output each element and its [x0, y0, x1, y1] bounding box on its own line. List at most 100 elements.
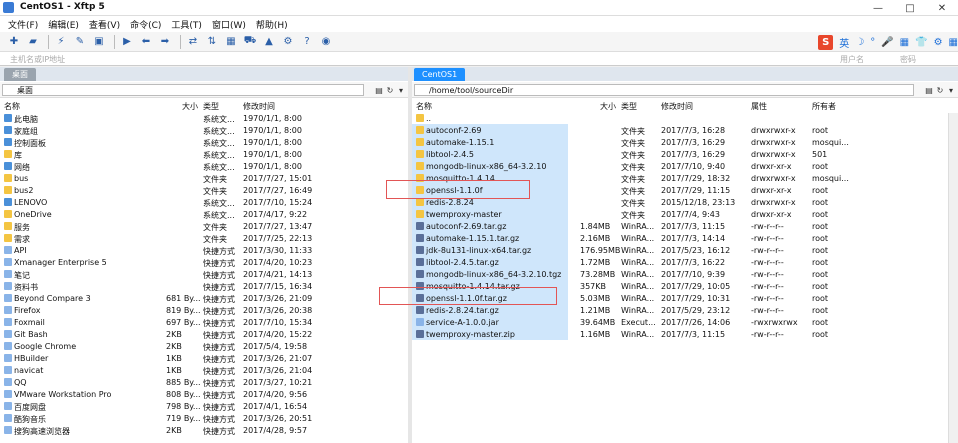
folder-icon[interactable]: ▤ — [374, 84, 384, 96]
col-size[interactable]: 大小 — [600, 101, 616, 112]
refresh-icon[interactable]: ↻ — [385, 84, 395, 96]
file-row[interactable]: Firefox 819 By... 快捷方式 2017/3/26, 20:38 — [0, 305, 408, 317]
moon-icon[interactable]: ☽ — [855, 37, 864, 48]
file-row[interactable]: 服务 文件夹 2017/7/27, 13:47 — [0, 221, 408, 233]
menu-tools[interactable]: 工具(T) — [171, 18, 202, 31]
close-button[interactable]: ✕ — [926, 0, 958, 16]
col-mtime[interactable]: 修改时间 — [243, 101, 275, 112]
toolbox-icon[interactable]: ▦ — [949, 37, 958, 48]
file-row[interactable]: Beyond Compare 3 681 By... 快捷方式 2017/3/26, … — [0, 293, 408, 305]
help-icon[interactable]: ? — [299, 34, 315, 50]
tunnel-icon[interactable]: ⛟ — [242, 34, 258, 50]
properties-icon[interactable]: ▣ — [91, 34, 107, 50]
menu-window[interactable]: 窗口(W) — [212, 18, 246, 31]
punctuation-icon[interactable]: ° — [870, 37, 875, 48]
file-row[interactable]: redis-2.8.24.tar.gz 1.21MB WinRA... 2017/5/… — [412, 305, 948, 317]
minimize-button[interactable]: — — [862, 0, 894, 16]
refresh-icon[interactable]: ↻ — [935, 84, 945, 96]
menu-view[interactable]: 查看(V) — [89, 18, 120, 31]
file-row[interactable]: OneDrive 系统文... 2017/4/17, 9:22 — [0, 209, 408, 221]
col-mtime[interactable]: 修改时间 — [661, 101, 693, 112]
file-row[interactable]: 网络 系统文... 1970/1/1, 8:00 — [0, 161, 408, 173]
col-name[interactable]: 名称 — [4, 101, 20, 112]
password-input[interactable]: 密码 — [900, 54, 916, 65]
file-row[interactable]: .. — [412, 113, 948, 125]
menu-command[interactable]: 命令(C) — [130, 18, 161, 31]
keyboard-icon[interactable]: ▦ — [900, 37, 909, 48]
file-row[interactable]: 控制面板 系统文... 1970/1/1, 8:00 — [0, 137, 408, 149]
col-attr[interactable]: 属性 — [751, 101, 767, 112]
local-path-input[interactable]: 桌面 — [2, 84, 364, 96]
file-row[interactable]: 搜狗高速浏览器 2KB 快捷方式 2017/4/28, 9:57 — [0, 425, 408, 437]
file-row[interactable]: Foxmail 697 By... 快捷方式 2017/7/10, 15:34 — [0, 317, 408, 329]
file-row[interactable]: bus2 文件夹 2017/7/27, 16:49 — [0, 185, 408, 197]
disconnect-icon[interactable]: ✎ — [72, 34, 88, 50]
username-input[interactable]: 用户名 — [840, 54, 864, 65]
file-row[interactable]: jdk-8u131-linux-x64.tar.gz 176.95MB WinRA.… — [412, 245, 948, 257]
file-row[interactable]: API 快捷方式 2017/3/30, 11:33 — [0, 245, 408, 257]
file-row[interactable]: twemproxy-master 文件夹 2017/7/4, 9:43 drwxr-x… — [412, 209, 948, 221]
file-row[interactable]: Xmanager Enterprise 5 快捷方式 2017/4/20, 10:2… — [0, 257, 408, 269]
file-row[interactable]: libtool-2.4.5.tar.gz 1.72MB WinRA... 2017/7… — [412, 257, 948, 269]
maximize-button[interactable]: □ — [894, 0, 926, 16]
col-type[interactable]: 类型 — [621, 101, 637, 112]
ime-settings-icon[interactable]: ⚙ — [934, 37, 943, 48]
settings-icon[interactable]: ⚙ — [280, 34, 296, 50]
file-row[interactable]: 笔记 快捷方式 2017/4/21, 14:13 — [0, 269, 408, 281]
file-row[interactable]: VMware Workstation Pro 808 By... 快捷方式 2017/… — [0, 389, 408, 401]
tab-local-desktop[interactable]: 桌面 — [4, 68, 36, 81]
file-row[interactable]: Git Bash 2KB 快捷方式 2017/4/20, 15:22 — [0, 329, 408, 341]
file-row[interactable]: Google Chrome 2KB 快捷方式 2017/5/4, 19:58 — [0, 341, 408, 353]
file-row[interactable]: automake-1.15.1.tar.gz 2.16MB WinRA... 2017… — [412, 233, 948, 245]
folder-icon[interactable]: ▤ — [924, 84, 934, 96]
file-row[interactable]: libtool-2.4.5 文件夹 2017/7/3, 16:29 drwxrwxr-… — [412, 149, 948, 161]
file-row[interactable]: 家庭组 系统文... 1970/1/1, 8:00 — [0, 125, 408, 137]
file-row[interactable]: autoconf-2.69.tar.gz 1.84MB WinRA... 2017/7… — [412, 221, 948, 233]
file-row[interactable]: 此电脑 系统文... 1970/1/1, 8:00 — [0, 113, 408, 125]
file-row[interactable]: mongodb-linux-x86_64-3.2.10 文件夹 2017/7/10,… — [412, 161, 948, 173]
chevron-down-icon[interactable]: ▾ — [396, 84, 406, 96]
file-row[interactable]: 百度网盘 798 By... 快捷方式 2017/4/1, 16:54 — [0, 401, 408, 413]
sync-icon[interactable]: ⇄ — [185, 34, 201, 50]
microphone-icon[interactable]: 🎤 — [881, 37, 893, 48]
connect-icon[interactable]: ⚡ — [53, 34, 69, 50]
file-row[interactable]: twemproxy-master.zip 1.16MB WinRA... 2017/7… — [412, 329, 948, 341]
file-row[interactable]: autoconf-2.69 文件夹 2017/7/3, 16:28 drwxrwxr-… — [412, 125, 948, 137]
filter-icon[interactable]: ▦ — [223, 34, 239, 50]
menu-help[interactable]: 帮助(H) — [256, 18, 288, 31]
file-row[interactable]: mongodb-linux-x86_64-3.2.10.tgz 73.28MB Wi… — [412, 269, 948, 281]
col-type[interactable]: 类型 — [203, 101, 219, 112]
new-session-icon[interactable]: ✚ — [6, 34, 22, 50]
lock-icon[interactable]: ▲ — [261, 34, 277, 50]
back-icon[interactable]: ⬅ — [138, 34, 154, 50]
terminal-icon[interactable]: ▶ — [119, 34, 135, 50]
file-row[interactable]: HBuilder 1KB 快捷方式 2017/3/26, 21:07 — [0, 353, 408, 365]
skin-icon[interactable]: 👕 — [915, 37, 927, 48]
forward-icon[interactable]: ➡ — [157, 34, 173, 50]
transfer-icon[interactable]: ⇅ — [204, 34, 220, 50]
file-row[interactable]: navicat 1KB 快捷方式 2017/3/26, 21:04 — [0, 365, 408, 377]
remote-path-input[interactable]: /home/tool/sourceDir — [414, 84, 914, 96]
menu-file[interactable]: 文件(F) — [8, 18, 38, 31]
col-size[interactable]: 大小 — [182, 101, 198, 112]
file-row[interactable]: 酷狗音乐 719 By... 快捷方式 2017/3/26, 20:51 — [0, 413, 408, 425]
info-icon[interactable]: ◉ — [318, 34, 334, 50]
ime-language[interactable]: 英 — [839, 35, 849, 50]
col-owner[interactable]: 所有者 — [812, 101, 836, 112]
file-row[interactable]: automake-1.15.1 文件夹 2017/7/3, 16:29 drwxrwx… — [412, 137, 948, 149]
file-row[interactable]: LENOVO 系统文... 2017/7/10, 15:24 — [0, 197, 408, 209]
file-row[interactable]: bus 文件夹 2017/7/27, 15:01 — [0, 173, 408, 185]
sogou-logo-icon[interactable]: S — [818, 34, 834, 50]
file-row[interactable]: 库 系统文... 1970/1/1, 8:00 — [0, 149, 408, 161]
chevron-down-icon[interactable]: ▾ — [946, 84, 956, 96]
file-row[interactable]: QQ 885 By... 快捷方式 2017/3/27, 10:21 — [0, 377, 408, 389]
open-folder-icon[interactable]: ▰ — [25, 34, 41, 50]
remote-scrollbar[interactable] — [948, 113, 958, 443]
col-name[interactable]: 名称 — [416, 101, 432, 112]
host-input[interactable]: 主机名或IP地址 — [10, 54, 65, 65]
menu-edit[interactable]: 编辑(E) — [48, 18, 79, 31]
file-row[interactable]: 资料书 快捷方式 2017/7/15, 16:34 — [0, 281, 408, 293]
tab-remote-centos1[interactable]: CentOS1 — [414, 68, 466, 81]
file-row[interactable]: 需求 文件夹 2017/7/25, 22:13 — [0, 233, 408, 245]
file-row[interactable]: service-A-1.0.0.jar 39.64MB Execut... 2017/… — [412, 317, 948, 329]
